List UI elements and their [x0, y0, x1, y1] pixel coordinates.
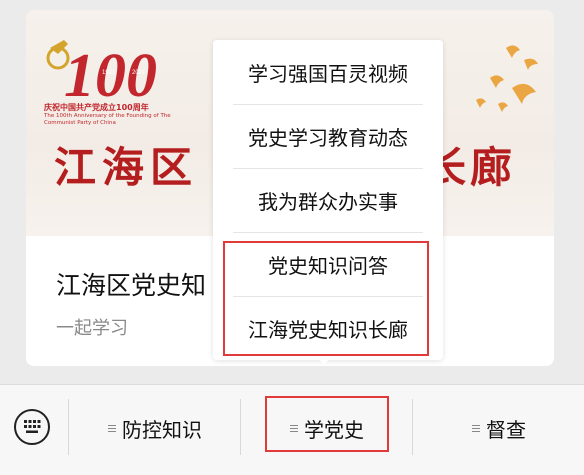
centenary-logo: 100 1921 2021	[46, 40, 157, 104]
tab-label: 督查	[486, 417, 526, 442]
keyboard-toggle-button[interactable]	[14, 409, 50, 445]
tab-label: 防控知识	[122, 417, 202, 442]
logo-caption-cn: 庆祝中国共产党成立100周年	[44, 103, 149, 112]
tab-supervision[interactable]: 督查	[414, 407, 584, 449]
highlight-box-menu	[223, 241, 429, 356]
logo-caption-en: The 100th Anniversary of the Founding of…	[44, 113, 171, 126]
tab-epidemic-knowledge[interactable]: 防控知识	[70, 407, 240, 449]
submenu-icon	[472, 423, 480, 434]
bar-divider	[240, 399, 241, 455]
keyboard-icon	[24, 420, 41, 433]
menu-item-party-history-news[interactable]: 党史学习教育动态	[233, 104, 423, 168]
banner-title-left: 江海区	[54, 143, 199, 192]
logo-year-start: 1921	[102, 70, 116, 76]
bar-divider	[412, 399, 413, 455]
popup-arrow	[316, 356, 332, 365]
bar-divider	[68, 399, 69, 455]
highlight-box-tab	[265, 396, 389, 452]
article-title: 江海区党史知	[56, 271, 207, 300]
doves-illustration	[476, 45, 538, 112]
menu-item-xuexi-video[interactable]: 学习强国百灵视频	[233, 40, 423, 104]
submenu-icon	[108, 423, 116, 434]
menu-item-practical-deeds[interactable]: 我为群众办实事	[233, 168, 423, 232]
logo-year-end: 2021	[132, 70, 146, 76]
article-subtitle: 一起学习	[56, 318, 128, 339]
